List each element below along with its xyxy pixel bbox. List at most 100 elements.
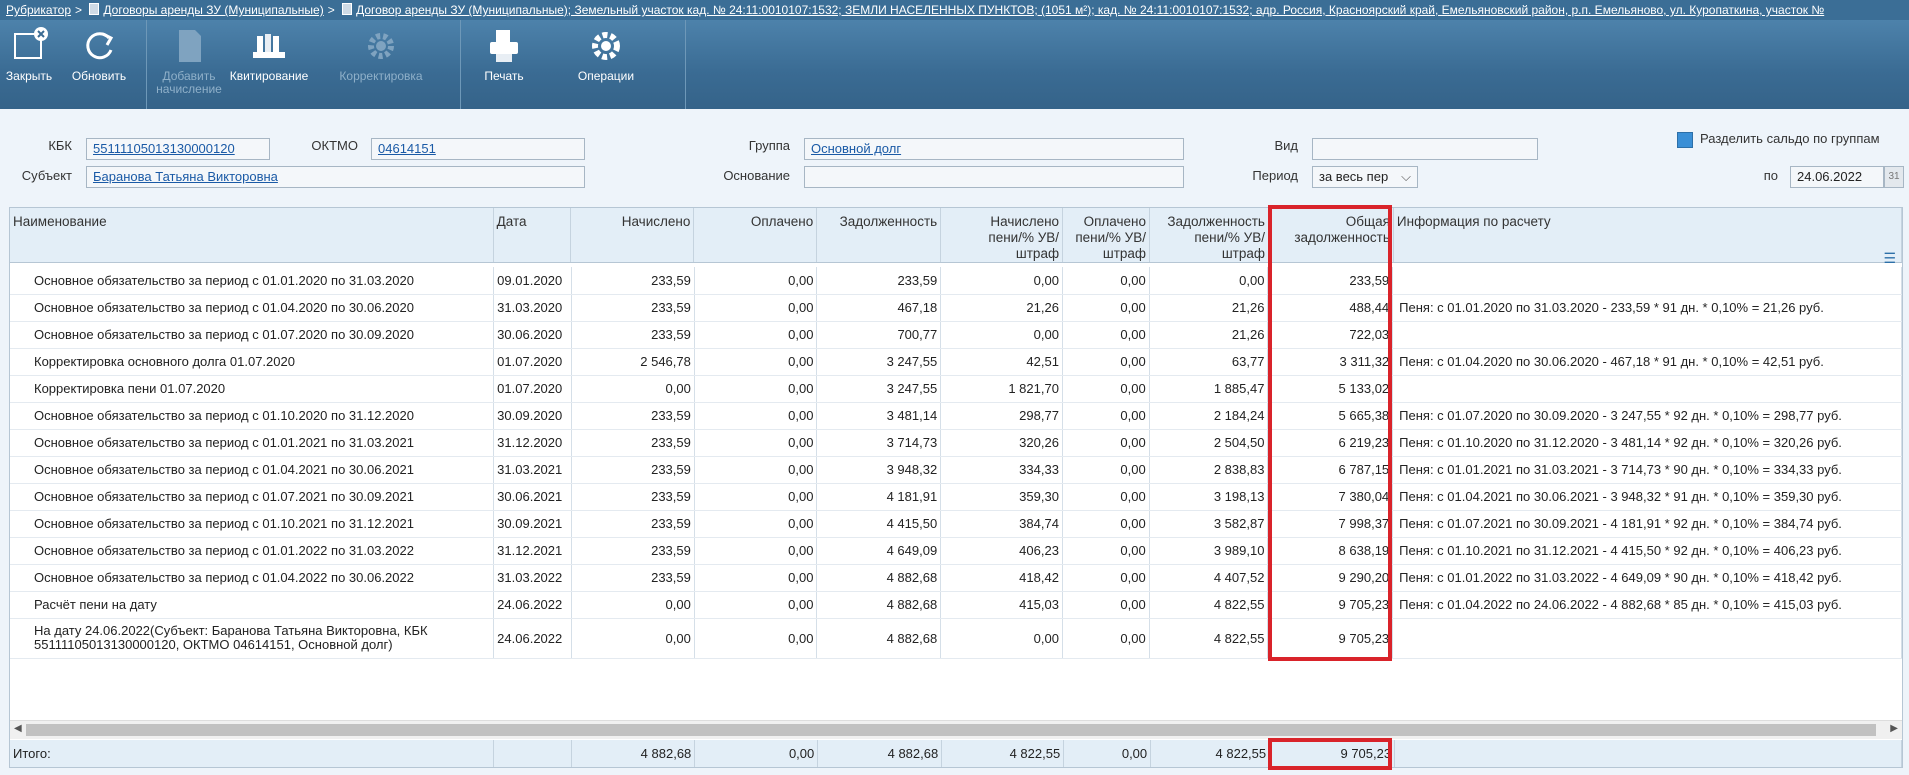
subject-value[interactable]: Баранова Татьяна Викторовна (93, 169, 278, 184)
col-total-debt[interactable]: Общая задолженность (1268, 208, 1394, 263)
correction-label: Корректировка (339, 69, 423, 83)
ledger-grid: Наименование Дата Начислено Оплачено Зад… (9, 207, 1903, 768)
row-charged: 0,00 (571, 591, 695, 619)
table-row[interactable]: Корректировка пени 01.07.2020 01.07.2020 0… (10, 375, 1902, 403)
print-button[interactable]: Печать (461, 26, 547, 83)
breadcrumb-contracts[interactable]: Договоры аренды ЗУ (Муниципальные) (103, 3, 323, 17)
row-debt: 3 948,32 (816, 456, 942, 484)
kbk-field[interactable]: 55111105013130000120 (86, 138, 270, 160)
split-balance-checkbox[interactable] (1677, 132, 1693, 148)
col-penalty-paid[interactable]: Оплачено пени/% УВ/штраф (1062, 208, 1151, 263)
row-info: Пеня: с 01.07.2020 по 30.09.2020 - 3 247… (1392, 402, 1902, 430)
table-row[interactable]: Корректировка основного долга 01.07.2020… (10, 348, 1902, 376)
group-field[interactable]: Основной долг (804, 138, 1184, 160)
group-value[interactable]: Основной долг (811, 141, 901, 156)
row-penalty-paid: 0,00 (1062, 510, 1150, 538)
row-penalty-paid: 0,00 (1062, 294, 1150, 322)
row-date: 24.06.2022 (493, 618, 573, 659)
row-penalty-debt: 2 184,24 (1149, 402, 1269, 430)
table-row[interactable]: Основное обязательство за период с 01.10… (10, 510, 1902, 538)
table-row[interactable]: Основное обязательство за период с 01.10… (10, 402, 1902, 430)
row-penalty-charged: 415,03 (940, 591, 1063, 619)
operations-label: Операции (577, 69, 635, 83)
row-paid: 0,00 (694, 483, 818, 511)
row-debt: 4 649,09 (816, 537, 942, 565)
kvit-button[interactable]: Квитирование (226, 26, 312, 83)
kbk-value[interactable]: 55111105013130000120 (93, 141, 235, 156)
row-penalty-paid: 0,00 (1062, 564, 1150, 592)
table-row[interactable]: Основное обязательство за период с 01.07… (10, 321, 1902, 349)
period-select[interactable]: за весь пер ⌵ (1312, 166, 1418, 188)
oktmo-value[interactable]: 04614151 (378, 141, 436, 156)
col-paid[interactable]: Оплачено (693, 208, 818, 263)
col-info[interactable]: Информация по расчету (1393, 208, 1903, 263)
breadcrumb-rubricator[interactable]: Рубрикатор (6, 3, 71, 17)
col-penalty-charged[interactable]: Начислено пени/% УВ/ штраф (940, 208, 1064, 263)
col-charged[interactable]: Начислено (570, 208, 695, 263)
table-row[interactable]: Расчёт пени на дату 24.06.2022 0,00 0,00 4 8… (10, 591, 1902, 619)
table-row[interactable]: Основное обязательство за период с 01.01… (10, 537, 1902, 565)
footer-label: Итого: (10, 740, 495, 767)
row-penalty-paid: 0,00 (1062, 591, 1150, 619)
calendar-icon[interactable]: 31 (1884, 166, 1904, 188)
table-row[interactable]: Основное обязательство за период с 01.07… (10, 483, 1902, 511)
basis-field[interactable] (804, 166, 1184, 188)
row-total-debt: 233,59 (1267, 267, 1394, 295)
print-label: Печать (484, 69, 524, 83)
table-row[interactable]: Основное обязательство за период с 01.01… (10, 267, 1902, 295)
row-info: Пеня: с 01.07.2021 по 30.09.2021 - 4 181… (1392, 510, 1902, 538)
grid-footer: Итого: 4 882,68 0,00 4 882,68 4 822,55 0… (10, 740, 1902, 767)
table-row[interactable]: Основное обязательство за период с 01.01… (10, 429, 1902, 457)
horizontal-scrollbar[interactable]: ◀ ▶ (10, 720, 1902, 739)
split-balance-label[interactable]: Разделить сальдо по группам (1700, 131, 1880, 146)
row-penalty-debt: 4 407,52 (1149, 564, 1269, 592)
row-info: Пеня: с 01.04.2022 по 24.06.2022 - 4 882… (1392, 591, 1902, 619)
row-paid: 0,00 (694, 267, 818, 295)
oktmo-field[interactable]: 04614151 (371, 138, 585, 160)
scrollbar-thumb[interactable] (26, 724, 1876, 736)
row-paid: 0,00 (694, 537, 818, 565)
row-total-debt: 9 705,23 (1267, 618, 1394, 659)
scroll-left-icon[interactable]: ◀ (14, 723, 22, 734)
period-label: Период (1252, 168, 1298, 183)
row-total-debt: 6 219,23 (1267, 429, 1394, 457)
subject-field[interactable]: Баранова Татьяна Викторовна (86, 166, 585, 188)
breadcrumb-contract[interactable]: Договор аренды ЗУ (Муниципальные); Земел… (356, 3, 1824, 17)
document-icon (342, 3, 353, 15)
table-row[interactable]: Основное обязательство за период с 01.04… (10, 456, 1902, 484)
refresh-icon (86, 32, 114, 60)
row-date: 09.01.2020 (493, 267, 573, 295)
row-info: Пеня: с 01.01.2022 по 31.03.2022 - 4 649… (1392, 564, 1902, 592)
table-row[interactable]: Основное обязательство за период с 01.04… (10, 564, 1902, 592)
column-menu-icon[interactable]: ☰ (1883, 250, 1896, 267)
vid-field[interactable] (1312, 138, 1538, 160)
gear-icon (592, 32, 620, 60)
correction-button[interactable]: Корректировка (338, 26, 424, 83)
row-charged: 233,59 (571, 510, 695, 538)
row-date: 01.07.2020 (493, 348, 573, 376)
row-name: Корректировка основного долга 01.07.2020 (10, 348, 495, 376)
date-field[interactable]: 24.06.2022 (1790, 166, 1884, 188)
col-name[interactable]: Наименование (10, 208, 494, 263)
add-charge-button[interactable]: Добавить начисление (146, 26, 232, 96)
row-name: Расчёт пени на дату (10, 591, 495, 619)
col-date[interactable]: Дата (493, 208, 572, 263)
row-date: 30.06.2021 (493, 483, 573, 511)
row-debt: 700,77 (816, 321, 942, 349)
footer-paid: 0,00 (694, 740, 819, 767)
refresh-button[interactable]: Обновить (56, 26, 142, 83)
row-charged: 233,59 (571, 564, 695, 592)
row-penalty-paid: 0,00 (1062, 537, 1150, 565)
col-debt[interactable]: Задолженность (816, 208, 942, 263)
table-row[interactable]: На дату 24.06.2022(Субъект: Баранова Тат… (10, 618, 1902, 659)
table-row[interactable]: Основное обязательство за период с 01.04… (10, 294, 1902, 322)
col-penalty-debt[interactable]: Задолженность пени/% УВ/ штраф (1149, 208, 1269, 263)
row-info: Пеня: с 01.04.2020 по 30.06.2020 - 467,1… (1392, 348, 1902, 376)
row-penalty-debt: 0,00 (1149, 267, 1269, 295)
operations-button[interactable]: Операции (563, 26, 649, 83)
row-info (1392, 375, 1902, 403)
row-penalty-debt: 3 582,87 (1149, 510, 1269, 538)
scroll-right-icon[interactable]: ▶ (1890, 723, 1898, 734)
row-info: Пеня: с 01.04.2021 по 30.06.2021 - 3 948… (1392, 483, 1902, 511)
row-paid: 0,00 (694, 375, 818, 403)
